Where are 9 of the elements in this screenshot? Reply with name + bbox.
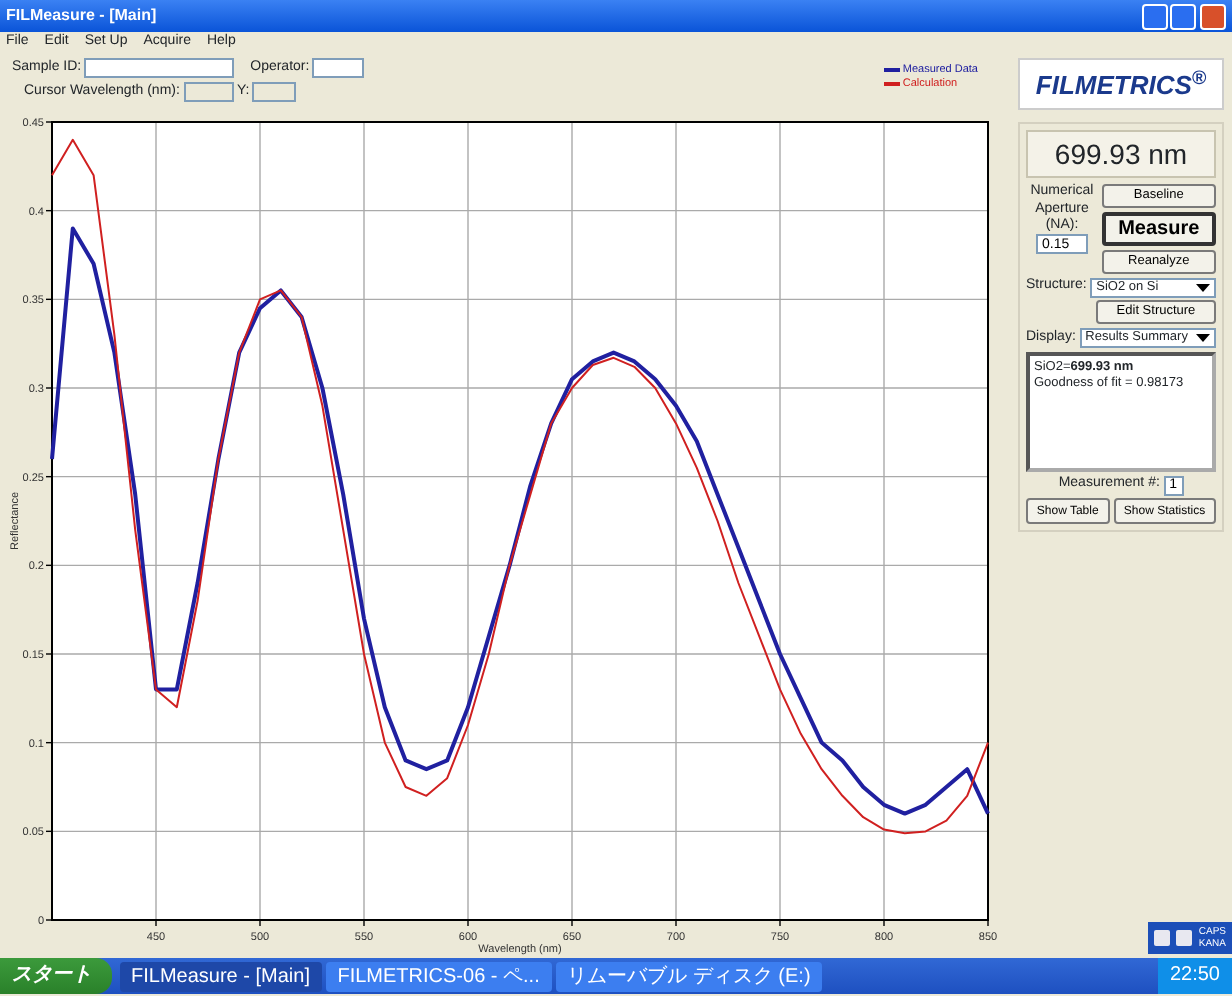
thickness-result: 699.93 nm xyxy=(1026,129,1216,178)
start-button[interactable]: スタート xyxy=(0,958,112,994)
logo: FILMETRICS$^{®}$ xyxy=(1018,58,1224,110)
action-button[interactable]: Measure xyxy=(1101,212,1216,246)
clock: 22:50 xyxy=(1157,958,1232,994)
taskbar-button[interactable]: FILMETRICS-06 - ペ... xyxy=(325,961,552,991)
taskbar-button[interactable]: リムーバブル ディスク (E:) xyxy=(555,961,823,991)
window-title: FILMeasure - [Main] xyxy=(6,6,157,26)
taskbar-button[interactable]: FILMeasure - [Main] xyxy=(119,961,322,991)
